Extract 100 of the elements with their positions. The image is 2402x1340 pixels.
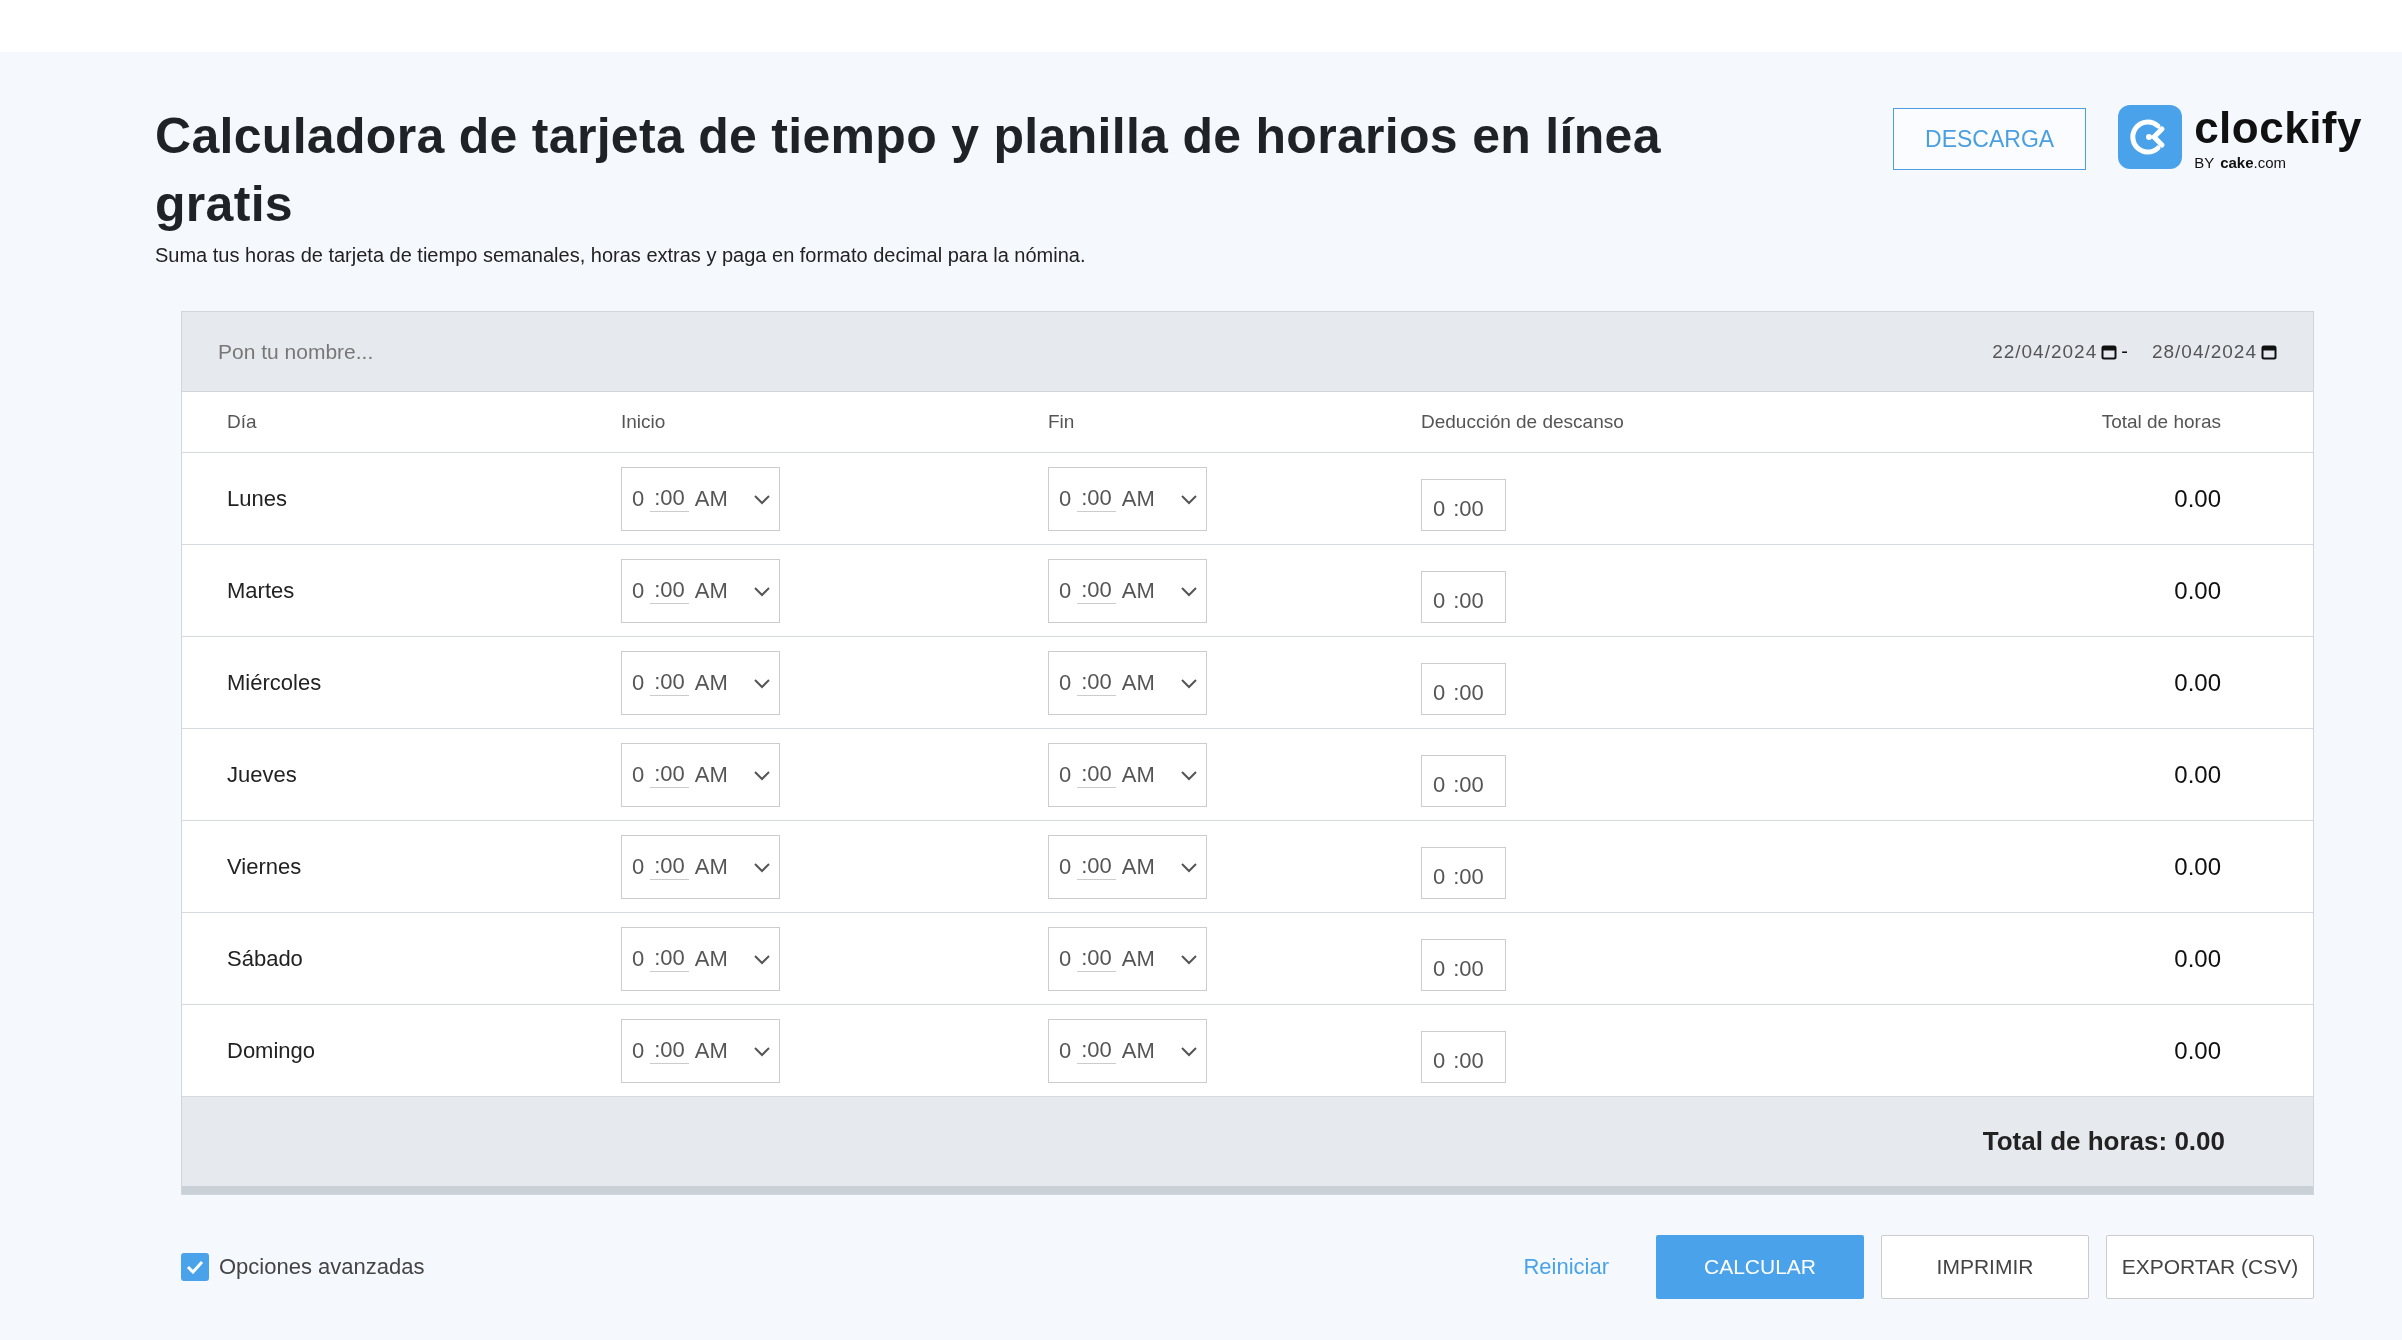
time-select[interactable]: 0 :00 AM xyxy=(1048,466,1207,531)
minutes-value: :00 xyxy=(1453,495,1484,522)
hour-value: 0 xyxy=(1059,1037,1072,1064)
period-value: AM xyxy=(694,761,728,788)
minutes-value: :00 xyxy=(650,761,689,788)
caret-icon xyxy=(753,952,771,965)
row-total: 0.00 xyxy=(2173,1036,2221,1065)
time-select[interactable]: 0 :00 AM xyxy=(1048,834,1207,899)
caret-icon xyxy=(1180,492,1198,505)
time-select[interactable]: 0 :00 AM xyxy=(1048,1018,1207,1083)
break-field[interactable]: 0 :00 xyxy=(1421,478,1506,531)
time-select[interactable]: 0 :00 AM xyxy=(621,1018,780,1083)
minutes-value: :00 xyxy=(1077,669,1116,696)
hour-value: 0 xyxy=(1059,945,1072,972)
hour-value: 0 xyxy=(1059,853,1072,880)
minutes-value: :00 xyxy=(1453,863,1484,890)
calendar-icon[interactable] xyxy=(2101,343,2118,360)
row-total: 0.00 xyxy=(2173,484,2221,513)
time-select[interactable]: 0 :00 AM xyxy=(1048,650,1207,715)
period-value: AM xyxy=(694,669,728,696)
page-title: Calculadora de tarjeta de tiempo y planilla de horarios en línea gratis xyxy=(155,107,1662,234)
caret-icon xyxy=(1180,952,1198,965)
period-value: AM xyxy=(694,853,728,880)
caret-icon xyxy=(753,492,771,505)
period-value: AM xyxy=(1121,761,1155,788)
minutes-value: :00 xyxy=(1077,577,1116,604)
column-header: Deducción de descanso xyxy=(1421,411,1625,433)
break-field[interactable]: 0 :00 xyxy=(1421,754,1506,807)
caret-icon xyxy=(1180,676,1198,689)
minutes-value: :00 xyxy=(1077,761,1116,788)
action-button[interactable]: IMPRIMIR xyxy=(1881,1235,2089,1299)
minutes-value: :00 xyxy=(650,945,689,972)
time-select[interactable]: 0 :00 AM xyxy=(621,558,780,623)
minutes-value: :00 xyxy=(1077,1037,1116,1064)
hour-value: 0 xyxy=(1433,771,1446,798)
break-field[interactable]: 0 :00 xyxy=(1421,1030,1506,1083)
time-select[interactable]: 0 :00 AM xyxy=(621,742,780,807)
row-total: 0.00 xyxy=(2173,852,2221,881)
period-value: AM xyxy=(1121,1037,1155,1064)
caret-icon xyxy=(753,768,771,781)
caret-icon xyxy=(1180,860,1198,873)
minutes-value: :00 xyxy=(1453,679,1484,706)
minutes-value: :00 xyxy=(1453,1047,1484,1074)
column-header: Total de horas xyxy=(2100,411,2221,433)
break-field[interactable]: 0 :00 xyxy=(1421,570,1506,623)
period-value: AM xyxy=(1121,485,1155,512)
break-field[interactable]: 0 :00 xyxy=(1421,662,1506,715)
checkbox[interactable] xyxy=(181,1253,209,1281)
period-value: AM xyxy=(1121,945,1155,972)
date-from[interactable]: 22/04/2024 xyxy=(1992,340,2098,363)
period-value: AM xyxy=(694,945,728,972)
minutes-value: :00 xyxy=(650,1037,689,1064)
logo-company: cake.com xyxy=(2220,154,2287,171)
caret-icon xyxy=(753,584,771,597)
period-value: AM xyxy=(1121,577,1155,604)
logo-icon xyxy=(2118,104,2183,169)
break-field[interactable]: 0 :00 xyxy=(1421,938,1506,991)
caret-icon xyxy=(753,1044,771,1057)
checkbox-label: Opciones avanzadas xyxy=(219,1254,425,1280)
period-value: AM xyxy=(694,485,728,512)
row-total: 0.00 xyxy=(2173,576,2221,605)
row-total: 0.00 xyxy=(2173,668,2221,697)
time-select[interactable]: 0 :00 AM xyxy=(1048,558,1207,623)
period-value: AM xyxy=(1121,853,1155,880)
row-total: 0.00 xyxy=(2173,944,2221,973)
hour-value: 0 xyxy=(1059,761,1072,788)
hour-value: 0 xyxy=(1433,495,1446,522)
time-select[interactable]: 0 :00 AM xyxy=(621,466,780,531)
time-select[interactable]: 0 :00 AM xyxy=(621,650,780,715)
caret-icon xyxy=(753,860,771,873)
period-value: AM xyxy=(694,577,728,604)
hour-value: 0 xyxy=(632,669,645,696)
caret-icon xyxy=(1180,584,1198,597)
action-button[interactable]: EXPORTAR (CSV) xyxy=(2106,1235,2314,1299)
time-select[interactable]: 0 :00 AM xyxy=(621,926,780,991)
hour-value: 0 xyxy=(1433,1047,1446,1074)
day-label: Miércoles xyxy=(227,669,323,696)
date-separator: - xyxy=(2121,340,2128,363)
break-field[interactable]: 0 :00 xyxy=(1421,846,1506,899)
day-label: Viernes xyxy=(227,853,303,880)
time-select[interactable]: 0 :00 AM xyxy=(1048,926,1207,991)
hour-value: 0 xyxy=(1433,679,1446,706)
day-label: Jueves xyxy=(227,761,298,788)
period-value: AM xyxy=(1121,669,1155,696)
day-label: Lunes xyxy=(227,485,288,512)
column-header: Día xyxy=(227,411,258,433)
date-to[interactable]: 28/04/2024 xyxy=(2151,340,2257,363)
minutes-value: :00 xyxy=(650,669,689,696)
hour-value: 0 xyxy=(1059,577,1072,604)
caret-icon xyxy=(1180,768,1198,781)
time-select[interactable]: 0 :00 AM xyxy=(1048,742,1207,807)
calendar-icon[interactable] xyxy=(2261,343,2277,360)
minutes-value: :00 xyxy=(1077,853,1116,880)
minutes-value: :00 xyxy=(1453,771,1484,798)
minutes-value: :00 xyxy=(1453,587,1484,614)
time-select[interactable]: 0 :00 AM xyxy=(621,834,780,899)
hour-value: 0 xyxy=(632,761,645,788)
checkmark-icon xyxy=(186,1260,204,1274)
minutes-value: :00 xyxy=(650,853,689,880)
name-field[interactable]: Pon tu nombre... xyxy=(182,312,1993,391)
